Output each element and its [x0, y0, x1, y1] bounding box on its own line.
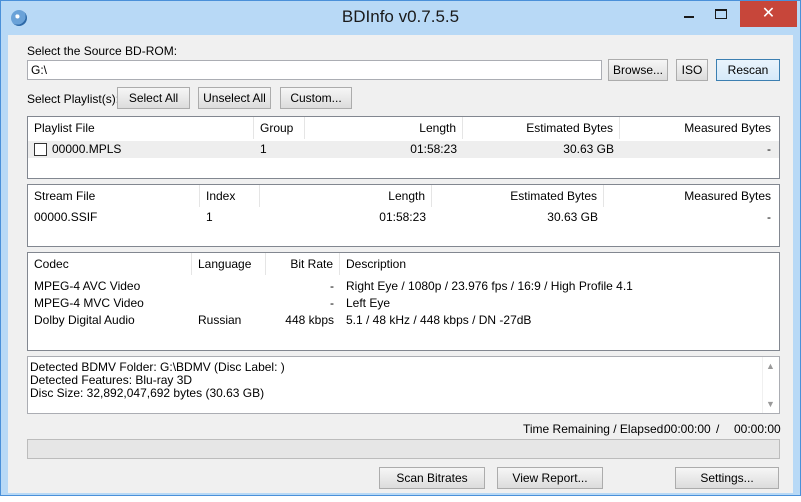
table-row[interactable]: MPEG-4 AVC Video - Right Eye / 1080p / 2…: [28, 278, 779, 295]
column-header[interactable]: Language: [192, 253, 266, 275]
group-cell: 1: [260, 142, 267, 156]
column-header[interactable]: Stream File: [28, 185, 200, 207]
column-header[interactable]: Index: [200, 185, 260, 207]
column-header[interactable]: Playlist File: [28, 117, 254, 139]
app-window: BDInfo v0.7.5.5 ✕ Select the Source BD-R…: [0, 0, 801, 496]
table-row[interactable]: MPEG-4 MVC Video - Left Eye: [28, 295, 779, 312]
bitrate-cell: -: [330, 279, 334, 293]
stream-file-cell: 00000.SSIF: [34, 210, 98, 224]
client-area: Select the Source BD-ROM: G:\ Browse... …: [8, 35, 793, 493]
unselect-all-button[interactable]: Unselect All: [198, 87, 271, 109]
description-cell: 5.1 / 48 kHz / 448 kbps / DN -27dB: [346, 313, 532, 327]
column-header[interactable]: Description: [340, 253, 777, 275]
playlist-file-cell: 00000.MPLS: [52, 142, 122, 156]
source-path-input[interactable]: G:\: [27, 60, 602, 80]
measured-bytes-cell: -: [767, 210, 771, 224]
length-cell: 01:58:23: [410, 142, 457, 156]
rescan-button[interactable]: Rescan: [716, 59, 780, 81]
maximize-icon: [715, 9, 727, 19]
bitrate-cell: -: [330, 296, 334, 310]
log-content: Detected BDMV Folder: G:\BDMV (Disc Labe…: [30, 361, 285, 400]
scan-bitrates-button[interactable]: Scan Bitrates: [379, 467, 485, 489]
language-cell: [192, 278, 266, 295]
column-header[interactable]: Measured Bytes: [620, 117, 777, 139]
close-button[interactable]: ✕: [740, 1, 797, 27]
codec-table: Codec Language Bit Rate Description MPEG…: [27, 252, 780, 351]
browse-button[interactable]: Browse...: [608, 59, 668, 81]
column-header[interactable]: Codec: [28, 253, 192, 275]
language-cell: Russian: [198, 313, 242, 327]
time-separator: /: [716, 422, 720, 436]
language-cell: [192, 295, 266, 312]
index-cell: 1: [206, 210, 213, 224]
scroll-up-icon[interactable]: ▲: [766, 361, 775, 371]
playlist-table: Playlist File Group Length Estimated Byt…: [27, 116, 780, 179]
background-strip: [0, 496, 801, 502]
custom-button[interactable]: Custom...: [280, 87, 352, 109]
settings-button[interactable]: Settings...: [675, 467, 779, 489]
estimated-bytes-cell: 30.63 GB: [547, 210, 598, 224]
column-header[interactable]: Length: [305, 117, 463, 139]
elapsed-time: 00:00:00: [734, 422, 781, 436]
codec-cell: MPEG-4 AVC Video: [34, 279, 141, 293]
scroll-down-icon[interactable]: ▼: [766, 399, 775, 409]
table-row[interactable]: 00000.MPLS 1 01:58:23 30.63 GB -: [28, 141, 779, 158]
log-textbox[interactable]: Detected BDMV Folder: G:\BDMV (Disc Labe…: [27, 356, 780, 414]
maximize-button[interactable]: [706, 1, 736, 27]
log-scrollbar[interactable]: ▲ ▼: [762, 357, 779, 413]
column-header[interactable]: Length: [260, 185, 432, 207]
time-remaining-label: Time Remaining / Elapsed:: [523, 422, 667, 436]
minimize-icon: [684, 16, 694, 18]
description-cell: Left Eye: [346, 296, 391, 310]
log-line: Disc Size: 32,892,047,692 bytes (30.63 G…: [30, 386, 265, 400]
bitrate-cell: 448 kbps: [285, 313, 334, 327]
minimize-button[interactable]: [674, 1, 704, 27]
title-bar[interactable]: BDInfo v0.7.5.5 ✕: [1, 1, 800, 35]
description-cell: Right Eye / 1080p / 23.976 fps / 16:9 / …: [346, 279, 633, 293]
codec-cell: MPEG-4 MVC Video: [34, 296, 144, 310]
column-header[interactable]: Group: [254, 117, 305, 139]
select-playlists-label: Select Playlist(s):: [27, 92, 120, 106]
select-all-button[interactable]: Select All: [117, 87, 190, 109]
view-report-button[interactable]: View Report...: [497, 467, 603, 489]
estimated-bytes-cell: 30.63 GB: [563, 142, 614, 156]
remaining-time: 00:00:00: [664, 422, 711, 436]
column-header[interactable]: Estimated Bytes: [463, 117, 620, 139]
stream-table: Stream File Index Length Estimated Bytes…: [27, 184, 780, 247]
codec-cell: Dolby Digital Audio: [34, 313, 135, 327]
iso-button[interactable]: ISO: [676, 59, 708, 81]
close-icon: ✕: [761, 5, 776, 22]
measured-bytes-cell: -: [767, 142, 771, 156]
column-header[interactable]: Measured Bytes: [604, 185, 777, 207]
table-row[interactable]: 00000.SSIF 1 01:58:23 30.63 GB -: [28, 209, 779, 226]
column-header[interactable]: Estimated Bytes: [432, 185, 604, 207]
column-header[interactable]: Bit Rate: [266, 253, 340, 275]
scan-progress-bar: [27, 439, 780, 459]
table-row[interactable]: Dolby Digital Audio Russian 448 kbps 5.1…: [28, 312, 779, 329]
length-cell: 01:58:23: [379, 210, 426, 224]
source-label: Select the Source BD-ROM:: [27, 44, 178, 58]
